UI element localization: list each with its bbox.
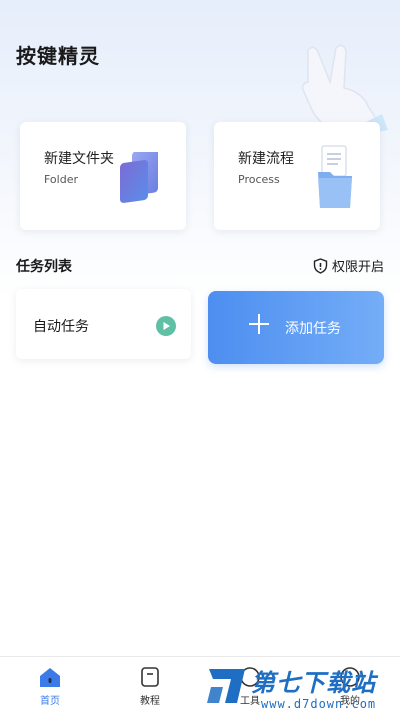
app-title: 按键精灵 <box>16 44 100 68</box>
book-icon <box>141 667 159 687</box>
plus-icon <box>249 314 269 334</box>
permission-label: 权限开启 <box>331 260 384 275</box>
nav-tutorial[interactable]: 教程 <box>100 657 200 712</box>
play-icon[interactable] <box>156 316 176 336</box>
watermark-url: www.d7down.com <box>261 697 377 711</box>
new-folder-title: 新建文件夹 <box>44 151 114 167</box>
task-item-auto[interactable]: 自动任务 <box>16 289 191 359</box>
add-task-button[interactable]: 添加任务 <box>208 291 384 364</box>
add-task-label: 添加任务 <box>285 321 341 337</box>
permission-toggle[interactable]: 权限开启 <box>313 256 384 275</box>
folder-icon <box>120 152 158 203</box>
new-process-subtitle: Process <box>238 173 280 186</box>
shield-icon <box>313 257 328 274</box>
task-list-title: 任务列表 <box>16 259 72 275</box>
task-label: 自动任务 <box>33 319 89 335</box>
new-folder-card[interactable]: 新建文件夹 Folder <box>20 122 186 230</box>
new-folder-subtitle: Folder <box>44 173 78 186</box>
new-process-card[interactable]: 新建流程 Process <box>214 122 380 230</box>
watermark-text: 第七下载站 <box>251 669 376 697</box>
watermark-logo: 第七下载站 www.d7down.com <box>205 663 395 711</box>
new-process-title: 新建流程 <box>238 151 294 167</box>
logo-icon <box>207 669 245 703</box>
document-folder-icon <box>318 145 352 208</box>
home-icon <box>40 668 60 687</box>
hand-illustration <box>301 44 388 135</box>
nav-tutorial-label: 教程 <box>140 696 160 707</box>
nav-home-label: 首页 <box>40 696 60 707</box>
nav-home[interactable]: 首页 <box>0 657 100 712</box>
